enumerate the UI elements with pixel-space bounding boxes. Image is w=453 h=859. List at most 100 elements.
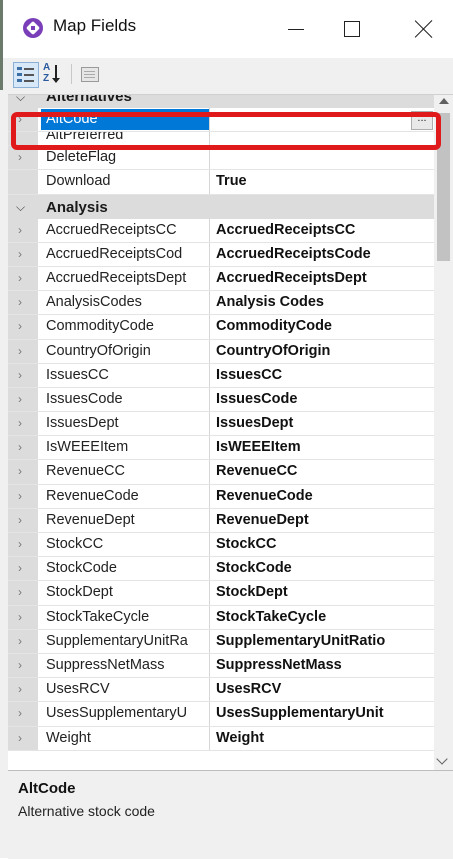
property-value[interactable]: AccruedReceiptsDept [216, 270, 434, 286]
property-row[interactable]: › UsesRCV UsesRCV [8, 678, 434, 703]
collapse-chevron-icon[interactable]: ⌵ [16, 200, 25, 215]
property-value[interactable]: Weight [216, 730, 434, 746]
vertical-scrollbar[interactable] [434, 95, 453, 771]
property-value[interactable]: RevenueCC [216, 463, 434, 479]
property-row[interactable]: › Weight Weight [8, 726, 434, 751]
property-row[interactable]: › RevenueCC RevenueCC [8, 460, 434, 485]
property-pages-button[interactable] [78, 62, 102, 86]
description-text: Alternative stock code [18, 803, 155, 819]
property-row[interactable]: › StockCC StockCC [8, 533, 434, 558]
expand-chevron-icon: › [18, 270, 22, 285]
property-value[interactable]: StockCode [216, 560, 434, 576]
property-name: AccruedReceiptsCC [46, 221, 177, 238]
expand-chevron-icon: › [18, 657, 22, 672]
property-value[interactable]: CommodityCode [216, 318, 434, 334]
property-grid[interactable]: ⌵ Alternatives › AltCode ... AltPreferre… [8, 94, 453, 771]
property-row[interactable]: › AccruedReceiptsDept AccruedReceiptsDept [8, 266, 434, 292]
property-row[interactable]: › AnalysisCodes Analysis Codes [8, 291, 434, 316]
property-value[interactable]: CountryOfOrigin [216, 343, 434, 359]
annotation-highlight-box [11, 112, 441, 150]
expand-chevron-icon: › [18, 537, 22, 551]
scroll-up-icon[interactable] [439, 98, 449, 104]
property-row[interactable]: › IssuesCC IssuesCC [8, 363, 434, 388]
property-row[interactable]: › StockCode StockCode [8, 557, 434, 582]
property-row[interactable]: › RevenueDept RevenueDept [8, 508, 434, 533]
category-label: Analysis [46, 198, 108, 216]
property-value[interactable]: RevenueCode [216, 488, 434, 504]
property-row[interactable]: › UsesSupplementaryU UsesSupplementaryUnit [8, 702, 434, 727]
expand-chevron-icon: › [18, 730, 22, 745]
property-name: RevenueCode [46, 487, 139, 504]
maximize-icon [344, 21, 360, 37]
categorized-view-button[interactable] [13, 62, 39, 88]
property-name: StockCode [46, 560, 117, 577]
expand-chevron-icon: › [18, 512, 22, 527]
property-row[interactable]: › SuppressNetMass SuppressNetMass [8, 653, 434, 679]
expand-chevron-icon: › [18, 706, 22, 721]
property-row[interactable]: › StockTakeCycle StockTakeCycle [8, 605, 434, 630]
property-value[interactable]: IsWEEEItem [216, 439, 434, 455]
property-value[interactable]: Analysis Codes [216, 294, 434, 310]
collapse-chevron-icon[interactable]: ⌵ [16, 95, 25, 105]
category-label: Alternatives [46, 94, 132, 105]
property-row[interactable]: › IssuesCode IssuesCode [8, 387, 434, 413]
app-logo-icon [23, 18, 43, 38]
property-value[interactable]: AccruedReceiptsCode [216, 246, 434, 262]
expand-chevron-icon: › [18, 150, 22, 165]
property-name: SupplementaryUnitRa [46, 632, 188, 649]
analysis-properties: › AccruedReceiptsCC AccruedReceiptsCC › Accr… [8, 218, 434, 751]
expand-chevron-icon: › [18, 633, 22, 648]
property-value[interactable]: AccruedReceiptsCC [216, 222, 434, 238]
property-value[interactable]: UsesSupplementaryUnit [216, 705, 434, 721]
expand-chevron-icon: › [18, 391, 22, 406]
alphabetical-sort-button[interactable]: A Z [41, 62, 65, 86]
property-value[interactable]: IssuesDept [216, 415, 434, 431]
description-title: AltCode [18, 780, 76, 797]
property-name: StockDept [46, 584, 113, 601]
property-row[interactable]: › AccruedReceiptsCC AccruedReceiptsCC [8, 218, 434, 243]
property-value[interactable]: StockDept [216, 584, 434, 600]
property-name: IssuesDept [46, 415, 119, 432]
property-value[interactable]: IssuesCode [216, 391, 434, 407]
property-rows: ⌵ Alternatives › AltCode ... AltPreferre… [8, 95, 434, 751]
property-row[interactable]: › RevenueCode RevenueCode [8, 484, 434, 509]
property-row[interactable]: › CommodityCode CommodityCode [8, 315, 434, 340]
property-value[interactable]: StockTakeCycle [216, 609, 434, 625]
property-name: AccruedReceiptsCod [46, 245, 183, 262]
property-value[interactable]: SupplementaryUnitRatio [216, 633, 434, 649]
property-row[interactable]: › CountryOfOrigin CountryOfOrigin [8, 339, 434, 364]
category-alternatives[interactable]: ⌵ Alternatives [8, 94, 434, 108]
property-name: AnalysisCodes [46, 294, 142, 311]
title-bar[interactable]: Map Fields [3, 0, 453, 58]
close-button[interactable] [395, 0, 453, 58]
property-value[interactable]: SuppressNetMass [216, 657, 434, 673]
property-row[interactable]: › StockDept StockDept [8, 581, 434, 606]
category-analysis[interactable]: ⌵ Analysis [8, 194, 434, 219]
property-name: RevenueDept [46, 511, 135, 528]
property-value[interactable]: StockCC [216, 536, 434, 552]
property-name: UsesSupplementaryU [46, 705, 188, 722]
property-row[interactable]: › IssuesDept IssuesDept [8, 412, 434, 437]
property-row[interactable]: › AccruedReceiptsCod AccruedReceiptsCode [8, 242, 434, 267]
scroll-down-icon[interactable] [436, 753, 448, 765]
property-name: StockTakeCycle [46, 608, 150, 625]
expand-chevron-icon: › [18, 319, 22, 334]
property-value[interactable]: UsesRCV [216, 681, 434, 697]
minimize-button[interactable] [267, 0, 325, 58]
expand-chevron-icon: › [18, 222, 22, 237]
property-value[interactable]: RevenueDept [216, 512, 434, 528]
property-value[interactable]: IssuesCC [216, 367, 434, 383]
property-name: Weight [46, 729, 91, 746]
property-name: IssuesCode [46, 390, 123, 407]
property-pages-icon [81, 67, 99, 82]
property-row[interactable]: › IsWEEEItem IsWEEEItem [8, 436, 434, 461]
property-row-download[interactable]: Download True [8, 170, 434, 195]
property-name: UsesRCV [46, 681, 110, 698]
maximize-button[interactable] [323, 0, 381, 58]
property-value[interactable]: True [216, 173, 434, 189]
property-name: IssuesCC [46, 366, 109, 383]
expand-chevron-icon: › [18, 367, 22, 382]
property-name: AccruedReceiptsDept [46, 269, 187, 286]
property-row[interactable]: › SupplementaryUnitRa SupplementaryUnitRat… [8, 629, 434, 654]
expand-chevron-icon: › [18, 464, 22, 479]
